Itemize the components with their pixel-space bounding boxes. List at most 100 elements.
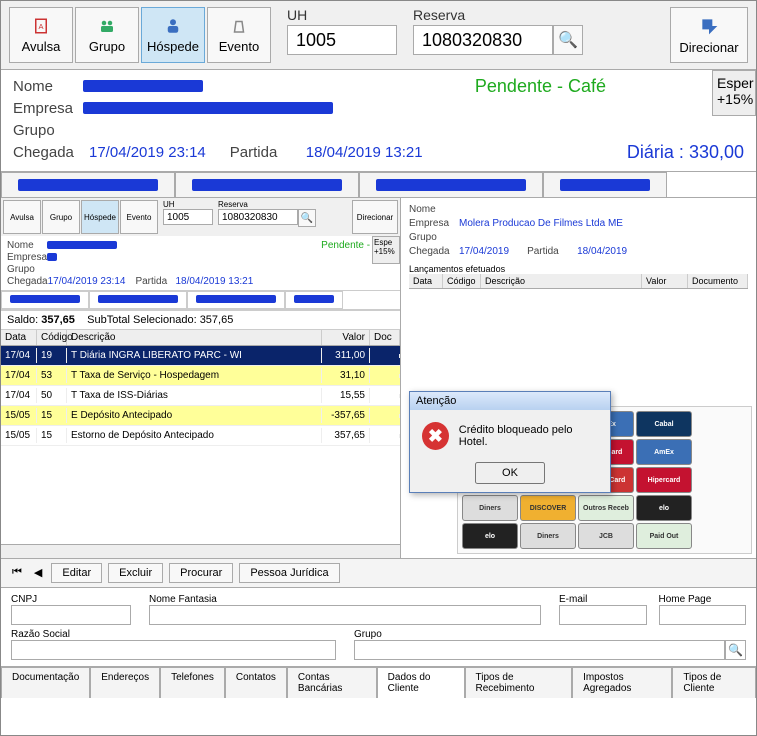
status-text: Pendente - Café: [475, 76, 606, 97]
tab-contas-bancarias[interactable]: Contas Bancárias: [287, 667, 377, 698]
subtotal-label: SubTotal Selecionado:: [87, 314, 196, 326]
tab-enderecos[interactable]: Endereços: [90, 667, 160, 698]
dialog-title: Atenção: [410, 392, 610, 410]
mini-reserva-input[interactable]: [218, 209, 298, 225]
mini-partida-val: 18/04/2019 13:21: [175, 276, 253, 287]
cell-descricao: T Diária INGRA LIBERATO PARC - WI: [67, 348, 322, 363]
procurar-button[interactable]: Procurar: [169, 563, 233, 583]
client-fields: CNPJ Nome Fantasia E-mail Home Page Razã…: [1, 588, 756, 666]
payment-card[interactable]: JCB: [578, 523, 634, 549]
cell-data: 15/05: [1, 408, 37, 423]
th-data: Data: [1, 330, 37, 345]
mini-uh-label: UH: [163, 200, 213, 209]
homepage-label: Home Page: [659, 594, 747, 605]
mini-avulsa-button[interactable]: Avulsa: [3, 200, 41, 234]
payment-card[interactable]: Hipercard: [636, 467, 692, 493]
uh-input[interactable]: [287, 25, 397, 55]
mini-tab-3[interactable]: [187, 291, 285, 309]
table-row[interactable]: 17/0450T Taxa de ISS-Diárias15,55: [1, 386, 400, 406]
cell-data: 15/05: [1, 428, 37, 443]
guest-tab-3[interactable]: [359, 172, 543, 197]
avulsa-button[interactable]: A Avulsa: [9, 7, 73, 63]
table-row[interactable]: 17/0419T Diária INGRA LIBERATO PARC - WI…: [1, 346, 400, 366]
excluir-button[interactable]: Excluir: [108, 563, 163, 583]
payment-card[interactable]: elo: [462, 523, 518, 549]
grupo-search-button[interactable]: 🔍: [725, 640, 746, 660]
email-input[interactable]: [559, 605, 647, 625]
mini-search-button[interactable]: 🔍: [298, 209, 316, 227]
mini-tab-4[interactable]: [285, 291, 343, 309]
bottom-grupo-label: Grupo: [354, 629, 746, 640]
nome-fantasia-input[interactable]: [149, 605, 541, 625]
cnpj-input[interactable]: [11, 605, 131, 625]
r-partida-lbl: Partida: [527, 246, 571, 257]
table-row[interactable]: 15/0515E Depósito Antecipado-357,65: [1, 406, 400, 426]
dialog-message: Crédito bloqueado pelo Hotel.: [459, 424, 598, 448]
mini-uh-input[interactable]: [163, 209, 213, 225]
esper-label: Esper: [717, 75, 754, 91]
evento-button[interactable]: Evento: [207, 7, 271, 63]
search-icon: 🔍: [728, 643, 743, 657]
mini-esper-pct: +15%: [374, 247, 395, 256]
tab-impostos-agregados[interactable]: Impostos Agregados: [572, 667, 672, 698]
nav-prev-icon[interactable]: ◀: [31, 563, 45, 583]
editar-button[interactable]: Editar: [51, 563, 102, 583]
cell-codigo: 19: [37, 348, 67, 363]
r-chegada-lbl: Chegada: [409, 246, 453, 257]
guest-tab-2[interactable]: [175, 172, 359, 197]
pessoa-juridica-button[interactable]: Pessoa Jurídica: [239, 563, 339, 583]
payment-card[interactable]: AmEx: [636, 439, 692, 465]
payment-card[interactable]: elo: [636, 495, 692, 521]
mini-tab-1[interactable]: [1, 291, 89, 309]
homepage-input[interactable]: [659, 605, 747, 625]
table-row[interactable]: 15/0515Estorno de Depósito Antecipado357…: [1, 426, 400, 446]
reserva-input[interactable]: [413, 25, 553, 55]
tab-tipos-cliente[interactable]: Tipos de Cliente: [672, 667, 756, 698]
r-empresa-lbl: Empresa: [409, 218, 453, 229]
mini-direcionar-label: Direcionar: [357, 213, 393, 222]
mini-tab-4-label: [294, 295, 334, 303]
cell-doc: [370, 354, 400, 358]
mini-grupo-button[interactable]: Grupo: [42, 200, 80, 234]
dialog-ok-button[interactable]: OK: [475, 462, 545, 484]
direcionar-button[interactable]: Direcionar: [670, 7, 748, 63]
payment-card[interactable]: Outros Receb: [578, 495, 634, 521]
email-label: E-mail: [559, 594, 647, 605]
mini-hospede-label: Hóspede: [84, 213, 116, 222]
payment-card[interactable]: Paid Out: [636, 523, 692, 549]
mini-tab-2[interactable]: [89, 291, 187, 309]
tab-dados-cliente[interactable]: Dados do Cliente: [377, 667, 465, 698]
guest-tab-3-label: [376, 179, 526, 191]
payment-card[interactable]: Cabal: [636, 411, 692, 437]
nav-first-icon[interactable]: ⏮: [9, 563, 25, 583]
mini-direcionar-button[interactable]: Direcionar: [352, 200, 398, 234]
mini-hospede-button[interactable]: Hóspede: [81, 200, 119, 234]
payment-card[interactable]: Diners: [462, 495, 518, 521]
table-row[interactable]: 17/0453T Taxa de Serviço - Hospedagem31,…: [1, 366, 400, 386]
tab-contatos[interactable]: Contatos: [225, 667, 287, 698]
saldo-row: Saldo: 357,65 SubTotal Selecionado: 357,…: [1, 310, 400, 330]
tab-documentacao[interactable]: Documentação: [1, 667, 90, 698]
reserva-search-button[interactable]: 🔍: [553, 25, 583, 55]
group-icon: [98, 17, 116, 35]
empresa-label: Empresa: [13, 100, 83, 117]
tab-tipos-recebimento[interactable]: Tipos de Recebimento: [465, 667, 573, 698]
hospede-button[interactable]: Hóspede: [141, 7, 205, 63]
guest-tab-1[interactable]: [1, 172, 175, 197]
partida-value: 18/04/2019 13:21: [306, 144, 423, 161]
grupo-button[interactable]: Grupo: [75, 7, 139, 63]
razao-social-input[interactable]: [11, 640, 336, 660]
horizontal-scrollbar[interactable]: [1, 544, 400, 558]
cell-data: 17/04: [1, 388, 37, 403]
payment-card[interactable]: Diners: [520, 523, 576, 549]
guest-tab-1-label: [18, 179, 158, 191]
th-codigo: Código: [37, 330, 67, 345]
bottom-grupo-input[interactable]: [354, 640, 725, 660]
top-toolbar: A Avulsa Grupo Hóspede Evento UH Reserva…: [1, 1, 756, 70]
mode-buttons: A Avulsa Grupo Hóspede Evento: [9, 7, 271, 63]
mini-nome-val: [47, 241, 117, 249]
mini-evento-button[interactable]: Evento: [120, 200, 158, 234]
tab-telefones[interactable]: Telefones: [160, 667, 225, 698]
payment-card[interactable]: DISCOVER: [520, 495, 576, 521]
guest-tab-4[interactable]: [543, 172, 667, 197]
